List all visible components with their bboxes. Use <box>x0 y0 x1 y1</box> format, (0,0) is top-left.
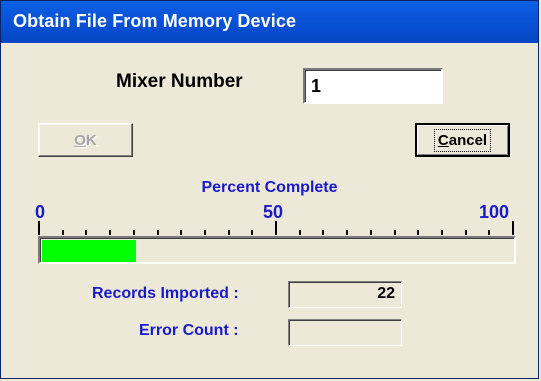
scale-tick <box>322 230 324 235</box>
scale-tick <box>394 230 396 235</box>
dialog-window: Obtain File From Memory Device Mixer Num… <box>0 0 539 379</box>
cancel-button[interactable]: Cancel <box>415 123 510 157</box>
scale-tick <box>133 230 135 235</box>
scale-tick <box>512 221 514 235</box>
cancel-button-label: Cancel <box>433 128 492 152</box>
dialog-body: Mixer Number OK Cancel Percent Complete … <box>7 43 532 373</box>
records-imported-label: Records Imported : <box>92 285 239 302</box>
ok-button-label: OK <box>74 131 97 149</box>
mixer-number-label: Mixer Number <box>116 71 243 92</box>
scale-tick <box>299 230 301 235</box>
scale-tick <box>417 230 419 235</box>
scale-label-min: 0 <box>35 202 46 222</box>
scale-tick <box>346 230 348 235</box>
scale-label-max: 100 <box>479 202 510 222</box>
scale-tick <box>85 230 87 235</box>
scale-tick <box>204 230 206 235</box>
error-count-value <box>288 319 402 346</box>
scale-tick <box>465 230 467 235</box>
progress-fill <box>42 240 136 262</box>
scale-tick <box>441 230 443 235</box>
mixer-number-input[interactable] <box>303 68 443 104</box>
records-imported-value: 22 <box>288 281 402 308</box>
scale-tick <box>157 230 159 235</box>
scale-label-mid: 50 <box>263 202 284 222</box>
scale-tick <box>109 230 111 235</box>
progress-bar <box>38 236 516 264</box>
scale-tick <box>62 230 64 235</box>
scale-tick <box>180 230 182 235</box>
percent-scale <box>38 221 514 235</box>
scale-tick <box>488 230 490 235</box>
window-title: Obtain File From Memory Device <box>13 11 297 31</box>
scale-tick <box>38 221 40 235</box>
percent-complete-label: Percent Complete <box>201 179 338 196</box>
scale-tick <box>228 230 230 235</box>
error-count-label: Error Count : <box>139 322 239 339</box>
ok-button[interactable]: OK <box>38 123 133 157</box>
scale-tick <box>251 230 253 235</box>
title-bar[interactable]: Obtain File From Memory Device <box>1 1 538 43</box>
scale-tick <box>275 221 277 235</box>
scale-tick <box>370 230 372 235</box>
